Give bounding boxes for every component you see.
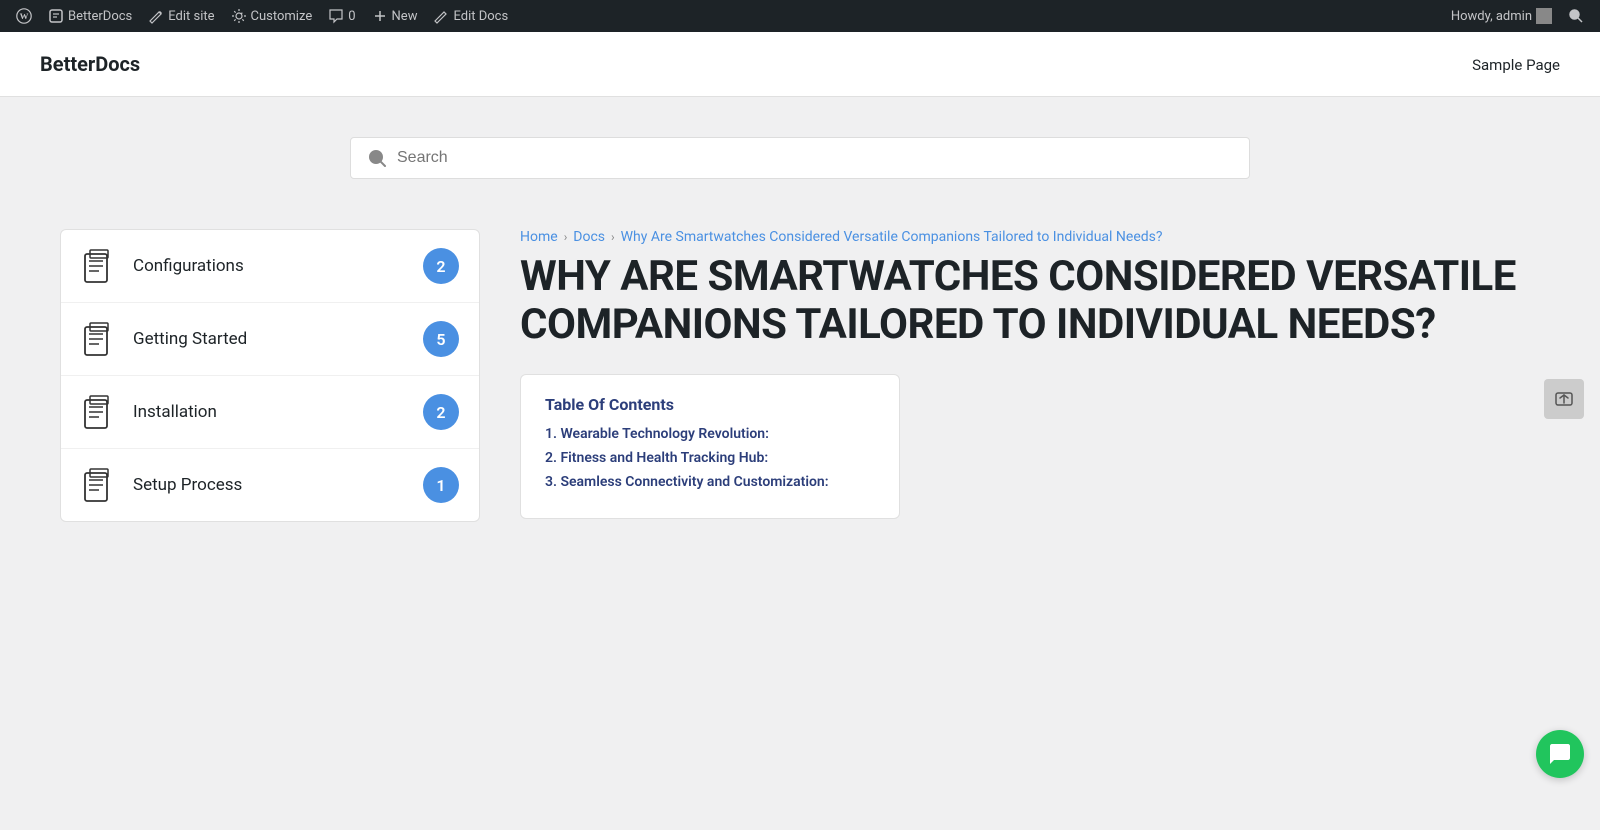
sidebar-badge-getting-started: 5 <box>423 321 459 357</box>
doc-icon <box>81 248 117 284</box>
avatar <box>1536 8 1552 24</box>
site-wrapper: BetterDocs Sample Page <box>0 32 1600 798</box>
toc-item-3[interactable]: 3. Seamless Connectivity and Customizati… <box>545 474 875 490</box>
article-title: WHY ARE SMARTWATCHES CONSIDERED VERSATIL… <box>520 253 1540 350</box>
new-content-link[interactable]: New <box>364 0 426 32</box>
breadcrumb-home[interactable]: Home <box>520 229 558 245</box>
sidebar-item-label-setup-process: Setup Process <box>133 475 407 495</box>
search-icon <box>367 148 387 168</box>
admin-bar: W BetterDocs Edit site Customize 0 New E… <box>0 0 1600 32</box>
sidebar: Configurations 2 Getting Started <box>60 229 480 522</box>
toc-item-2[interactable]: 2. Fitness and Health Tracking Hub: <box>545 450 875 466</box>
sidebar-item-label-installation: Installation <box>133 402 407 422</box>
sidebar-item-label-getting-started: Getting Started <box>133 329 407 349</box>
comments-link[interactable]: 0 <box>320 0 363 32</box>
breadcrumb-sep-1: › <box>564 230 568 244</box>
doc-icon-3 <box>81 394 117 430</box>
admin-search-button[interactable] <box>1560 0 1592 32</box>
sidebar-item-label-configurations: Configurations <box>133 256 407 276</box>
hero-section <box>0 97 1600 209</box>
toc-item-1[interactable]: 1. Wearable Technology Revolution: <box>545 426 875 442</box>
scroll-up-button[interactable] <box>1544 379 1584 419</box>
doc-icon-2 <box>81 321 117 357</box>
main-content: Home › Docs › Why Are Smartwatches Consi… <box>480 229 1540 522</box>
sidebar-badge-setup-process: 1 <box>423 467 459 503</box>
nav-sample-page[interactable]: Sample Page <box>1472 56 1560 74</box>
sidebar-badge-installation: 2 <box>423 394 459 430</box>
customize-link[interactable]: Customize <box>223 0 321 32</box>
sidebar-item-installation[interactable]: Installation 2 <box>61 376 479 449</box>
scroll-up-icon <box>1554 389 1574 409</box>
sidebar-item-setup-process[interactable]: Setup Process 1 <box>61 449 479 521</box>
breadcrumb-current: Why Are Smartwatches Considered Versatil… <box>621 229 1163 245</box>
toc-heading: Table Of Contents <box>545 395 875 414</box>
breadcrumb-docs[interactable]: Docs <box>573 229 605 245</box>
svg-text:W: W <box>20 11 29 21</box>
sidebar-badge-configurations: 2 <box>423 248 459 284</box>
sidebar-item-configurations[interactable]: Configurations 2 <box>61 230 479 303</box>
edit-docs-link[interactable]: Edit Docs <box>425 0 516 32</box>
doc-icon-4 <box>81 467 117 503</box>
site-title: BetterDocs <box>40 52 140 76</box>
chat-button[interactable] <box>1536 730 1584 778</box>
search-bar <box>350 137 1250 179</box>
search-input[interactable] <box>397 149 1233 167</box>
sidebar-card: Configurations 2 Getting Started <box>60 229 480 522</box>
site-nav: Sample Page <box>1472 55 1560 74</box>
sidebar-item-getting-started[interactable]: Getting Started 5 <box>61 303 479 376</box>
breadcrumb: Home › Docs › Why Are Smartwatches Consi… <box>520 229 1540 245</box>
chat-icon <box>1548 742 1572 766</box>
howdy-user[interactable]: Howdy, admin <box>1443 0 1560 32</box>
site-header: BetterDocs Sample Page <box>0 32 1600 97</box>
betterdocs-admin-link[interactable]: BetterDocs <box>40 0 140 32</box>
content-area: Configurations 2 Getting Started <box>0 209 1600 562</box>
wp-logo-button[interactable]: W <box>8 0 40 32</box>
breadcrumb-sep-2: › <box>611 230 615 244</box>
table-of-contents: Table Of Contents 1. Wearable Technology… <box>520 374 900 519</box>
edit-site-link[interactable]: Edit site <box>140 0 222 32</box>
